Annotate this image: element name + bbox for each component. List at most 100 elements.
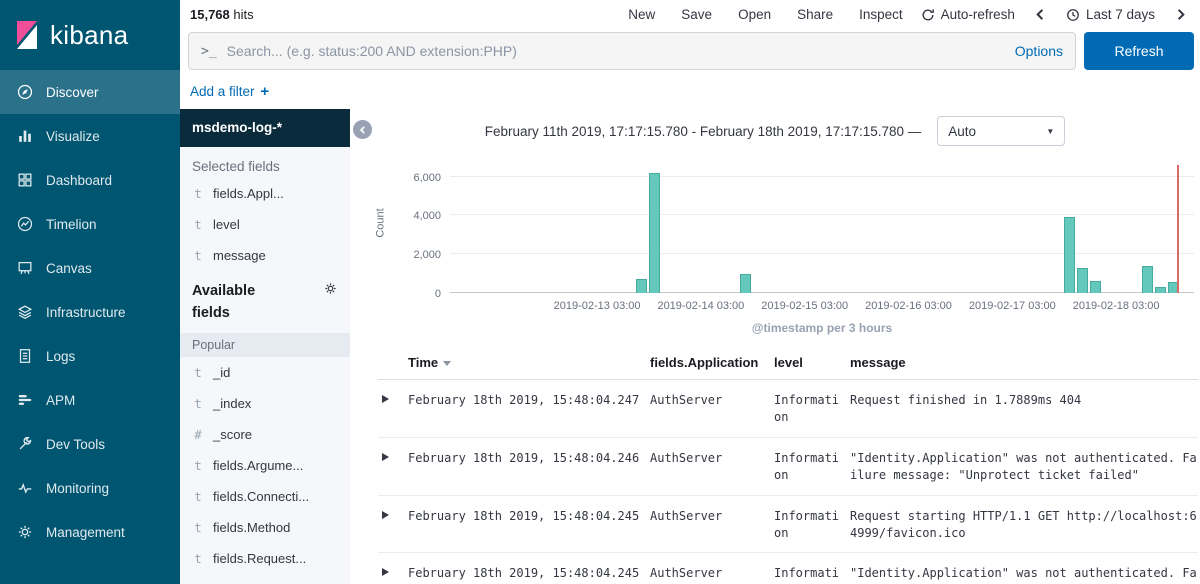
cell-fields-application: AuthServer bbox=[650, 450, 774, 485]
available-fields-header: Available fields bbox=[192, 281, 274, 325]
nav-item-logs[interactable]: Logs bbox=[0, 334, 180, 378]
cell-time: February 18th 2019, 15:48:04.245 bbox=[408, 565, 650, 584]
field-name: message bbox=[213, 248, 266, 263]
search-input[interactable] bbox=[227, 43, 997, 59]
column-header-fields-application[interactable]: fields.Application bbox=[650, 355, 774, 370]
expand-row-button[interactable] bbox=[378, 450, 408, 485]
field-type-badge: t bbox=[192, 186, 204, 201]
field-item-fields-method[interactable]: tfields.Method bbox=[180, 512, 350, 543]
nav-item-monitoring[interactable]: Monitoring bbox=[0, 466, 180, 510]
index-pattern-selector[interactable]: msdemo-log-* bbox=[180, 109, 350, 147]
hits-label: hits bbox=[233, 7, 253, 22]
histogram-bar[interactable] bbox=[1064, 217, 1075, 293]
column-header-label: level bbox=[774, 355, 803, 370]
menu-item-new[interactable]: New bbox=[628, 7, 655, 22]
expand-row-button[interactable] bbox=[378, 392, 408, 427]
cell-fields-application: AuthServer bbox=[650, 508, 774, 543]
wrench-icon bbox=[16, 435, 34, 453]
histogram-bar[interactable] bbox=[649, 173, 660, 293]
x-tick-label: 2019-02-14 03:00 bbox=[657, 300, 744, 312]
discover-main: February 11th 2019, 17:17:15.780 - Febru… bbox=[350, 109, 1200, 584]
auto-refresh-button[interactable]: Auto-refresh bbox=[921, 7, 1015, 22]
nav-item-dev-tools[interactable]: Dev Tools bbox=[0, 422, 180, 466]
field-name: fields.Argume... bbox=[213, 458, 303, 473]
caret-down-icon: ▼ bbox=[1046, 127, 1054, 136]
options-link[interactable]: Options bbox=[1007, 43, 1063, 59]
gridline bbox=[450, 214, 1194, 215]
nav-item-timelion[interactable]: Timelion bbox=[0, 202, 180, 246]
menu-item-open[interactable]: Open bbox=[738, 7, 771, 22]
field-item-fields-request-[interactable]: tfields.Request... bbox=[180, 543, 350, 574]
column-header-label: message bbox=[850, 355, 906, 370]
timelion-chart-icon bbox=[16, 215, 34, 233]
refresh-button[interactable]: Refresh bbox=[1084, 32, 1194, 70]
menu-item-share[interactable]: Share bbox=[797, 7, 833, 22]
nav-item-infrastructure[interactable]: Infrastructure bbox=[0, 290, 180, 334]
y-axis-label: Count bbox=[375, 208, 387, 237]
field-item-fields-connecti-[interactable]: tfields.Connecti... bbox=[180, 481, 350, 512]
nav-item-management[interactable]: Management bbox=[0, 510, 180, 554]
cell-fields-application: AuthServer bbox=[650, 565, 774, 584]
add-filter-link[interactable]: Add a filter + bbox=[190, 83, 269, 100]
nav-item-canvas[interactable]: Canvas bbox=[0, 246, 180, 290]
field-item-level[interactable]: tlevel bbox=[180, 209, 350, 240]
y-tick-label: 4,000 bbox=[413, 210, 441, 222]
time-step-back-button[interactable] bbox=[1033, 7, 1048, 22]
expand-row-button[interactable] bbox=[378, 565, 408, 584]
expand-row-button[interactable] bbox=[378, 508, 408, 543]
x-tick-label: 2019-02-15 03:00 bbox=[761, 300, 848, 312]
nav-item-discover[interactable]: Discover bbox=[0, 70, 180, 114]
nav-item-dashboard[interactable]: Dashboard bbox=[0, 158, 180, 202]
gridline bbox=[450, 176, 1194, 177]
chart-plot-area[interactable]: 02,0004,0006,0002019-02-13 03:002019-02-… bbox=[450, 165, 1194, 293]
caret-right-icon bbox=[382, 511, 389, 519]
column-header-time[interactable]: Time bbox=[408, 355, 650, 370]
field-name: fields.Request... bbox=[213, 551, 306, 566]
query-bar: >_ Options Refresh bbox=[180, 29, 1200, 73]
histogram-bar[interactable] bbox=[1155, 287, 1166, 293]
grid-icon bbox=[16, 171, 34, 189]
layers-icon bbox=[16, 303, 34, 321]
nav-item-label: APM bbox=[46, 393, 75, 408]
histogram-bar[interactable] bbox=[636, 279, 647, 293]
nav-item-label: Infrastructure bbox=[46, 305, 126, 320]
histogram-bar[interactable] bbox=[740, 274, 751, 293]
kibana-logo-icon bbox=[14, 21, 40, 49]
nav-item-label: Visualize bbox=[46, 129, 100, 144]
nav-item-visualize[interactable]: Visualize bbox=[0, 114, 180, 158]
field-item-fields-appl-[interactable]: tfields.Appl... bbox=[180, 178, 350, 209]
column-header-message[interactable]: message bbox=[850, 355, 1198, 370]
nav-item-label: Dashboard bbox=[46, 173, 112, 188]
menu-item-inspect[interactable]: Inspect bbox=[859, 7, 903, 22]
filter-bar: Add a filter + bbox=[180, 73, 1200, 109]
nav-item-apm[interactable]: APM bbox=[0, 378, 180, 422]
field-item--score[interactable]: #_score bbox=[180, 419, 350, 450]
time-picker-button[interactable]: Last 7 days bbox=[1066, 7, 1155, 22]
field-type-badge: t bbox=[192, 396, 204, 411]
interval-select[interactable]: Auto ▼ bbox=[937, 116, 1065, 146]
field-item--id[interactable]: t_id bbox=[180, 357, 350, 388]
y-tick-label: 2,000 bbox=[413, 249, 441, 261]
menu-item-save[interactable]: Save bbox=[681, 7, 712, 22]
collapse-fields-panel-button[interactable] bbox=[353, 120, 372, 139]
time-step-forward-button[interactable] bbox=[1173, 7, 1188, 22]
column-header-label: Time bbox=[408, 355, 438, 370]
column-header-level[interactable]: level bbox=[774, 355, 850, 370]
nav-item-label: Dev Tools bbox=[46, 437, 105, 452]
fields-sidebar: msdemo-log-* Selected fields tfields.App… bbox=[180, 109, 350, 584]
histogram-bar[interactable] bbox=[1077, 268, 1088, 293]
nav-item-label: Management bbox=[46, 525, 125, 540]
field-item-fields-argume-[interactable]: tfields.Argume... bbox=[180, 450, 350, 481]
field-item--index[interactable]: t_index bbox=[180, 388, 350, 419]
field-settings-gear-icon[interactable] bbox=[323, 281, 338, 296]
field-type-badge: t bbox=[192, 248, 204, 263]
field-item-message[interactable]: t message bbox=[180, 240, 350, 271]
histogram-bar[interactable] bbox=[1142, 266, 1153, 293]
gear-icon bbox=[16, 523, 34, 541]
popular-fields-list: t_idt_index#_scoretfields.Argume...tfiel… bbox=[180, 357, 350, 574]
time-picker-label: Last 7 days bbox=[1086, 7, 1155, 22]
kibana-logo[interactable]: kibana bbox=[0, 0, 180, 70]
compass-icon bbox=[16, 83, 34, 101]
histogram-bar[interactable] bbox=[1090, 281, 1101, 293]
column-header-label: fields.Application bbox=[650, 355, 758, 370]
